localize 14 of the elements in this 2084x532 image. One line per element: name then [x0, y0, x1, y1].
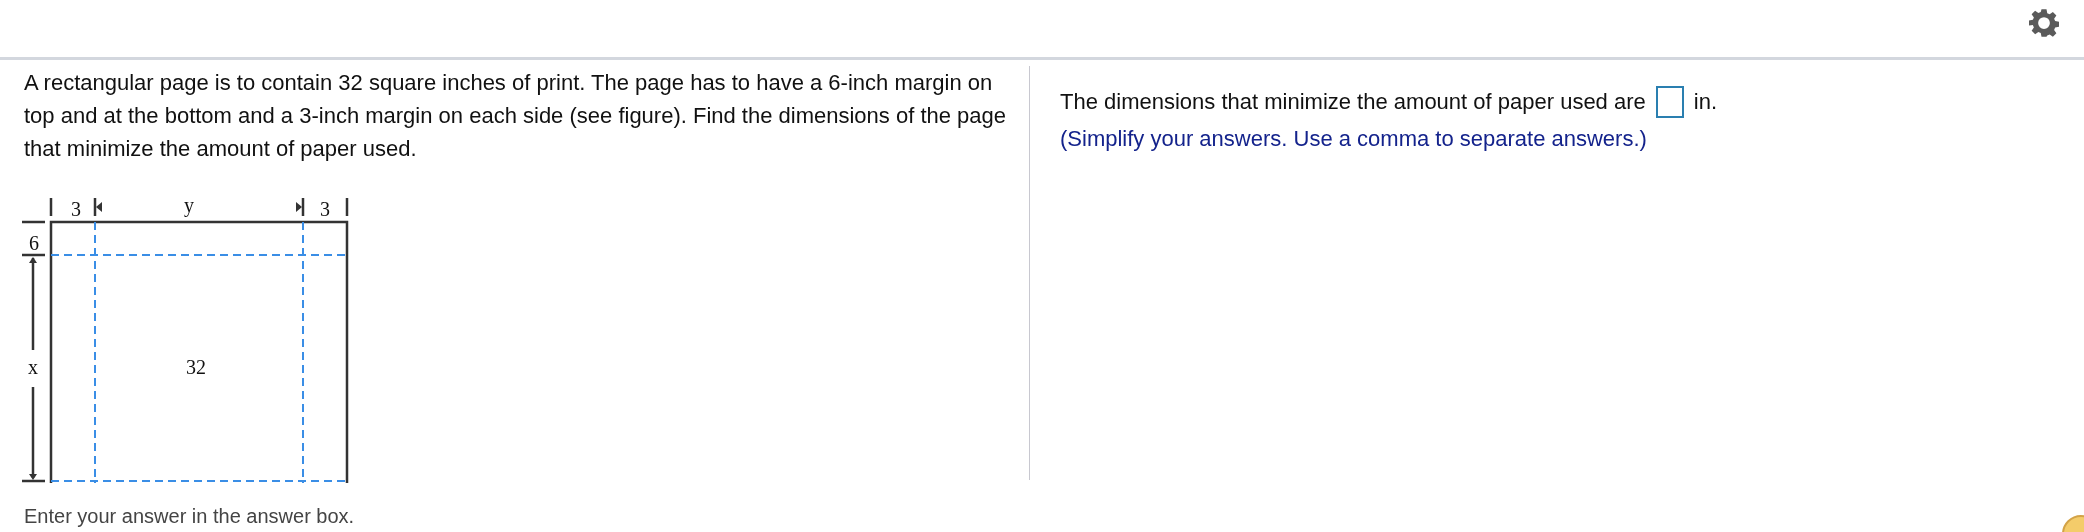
- margin-label: 6: [29, 232, 39, 254]
- margin-label: 3: [71, 198, 81, 220]
- width-label: y: [184, 194, 194, 216]
- margin-label: 3: [320, 198, 330, 220]
- unit-text: in.: [1693, 89, 1717, 115]
- answer-field[interactable]: [1655, 86, 1684, 118]
- hint-text: (Simplify your answers. Use a comma to separate answers.): [1060, 126, 1648, 152]
- height-label: x: [28, 356, 38, 378]
- answer-prompt: The dimensions that minimize the amount of paper used are: [1060, 89, 1646, 115]
- question-text: A rectangular page is to contain 32 square inches of print. The page has to have a 6-inch margin on top and at the bottom and a 3-inch margin on each side (see figure). Find the dimensions of the page that minimize the amount of paper used.: [24, 69, 1008, 163]
- settings-icon[interactable]: [2029, 8, 2059, 38]
- help-icon[interactable]: [2062, 515, 2084, 532]
- instruction-text: Enter your answer in the answer box.: [24, 505, 355, 528]
- area-label: 32: [186, 356, 206, 378]
